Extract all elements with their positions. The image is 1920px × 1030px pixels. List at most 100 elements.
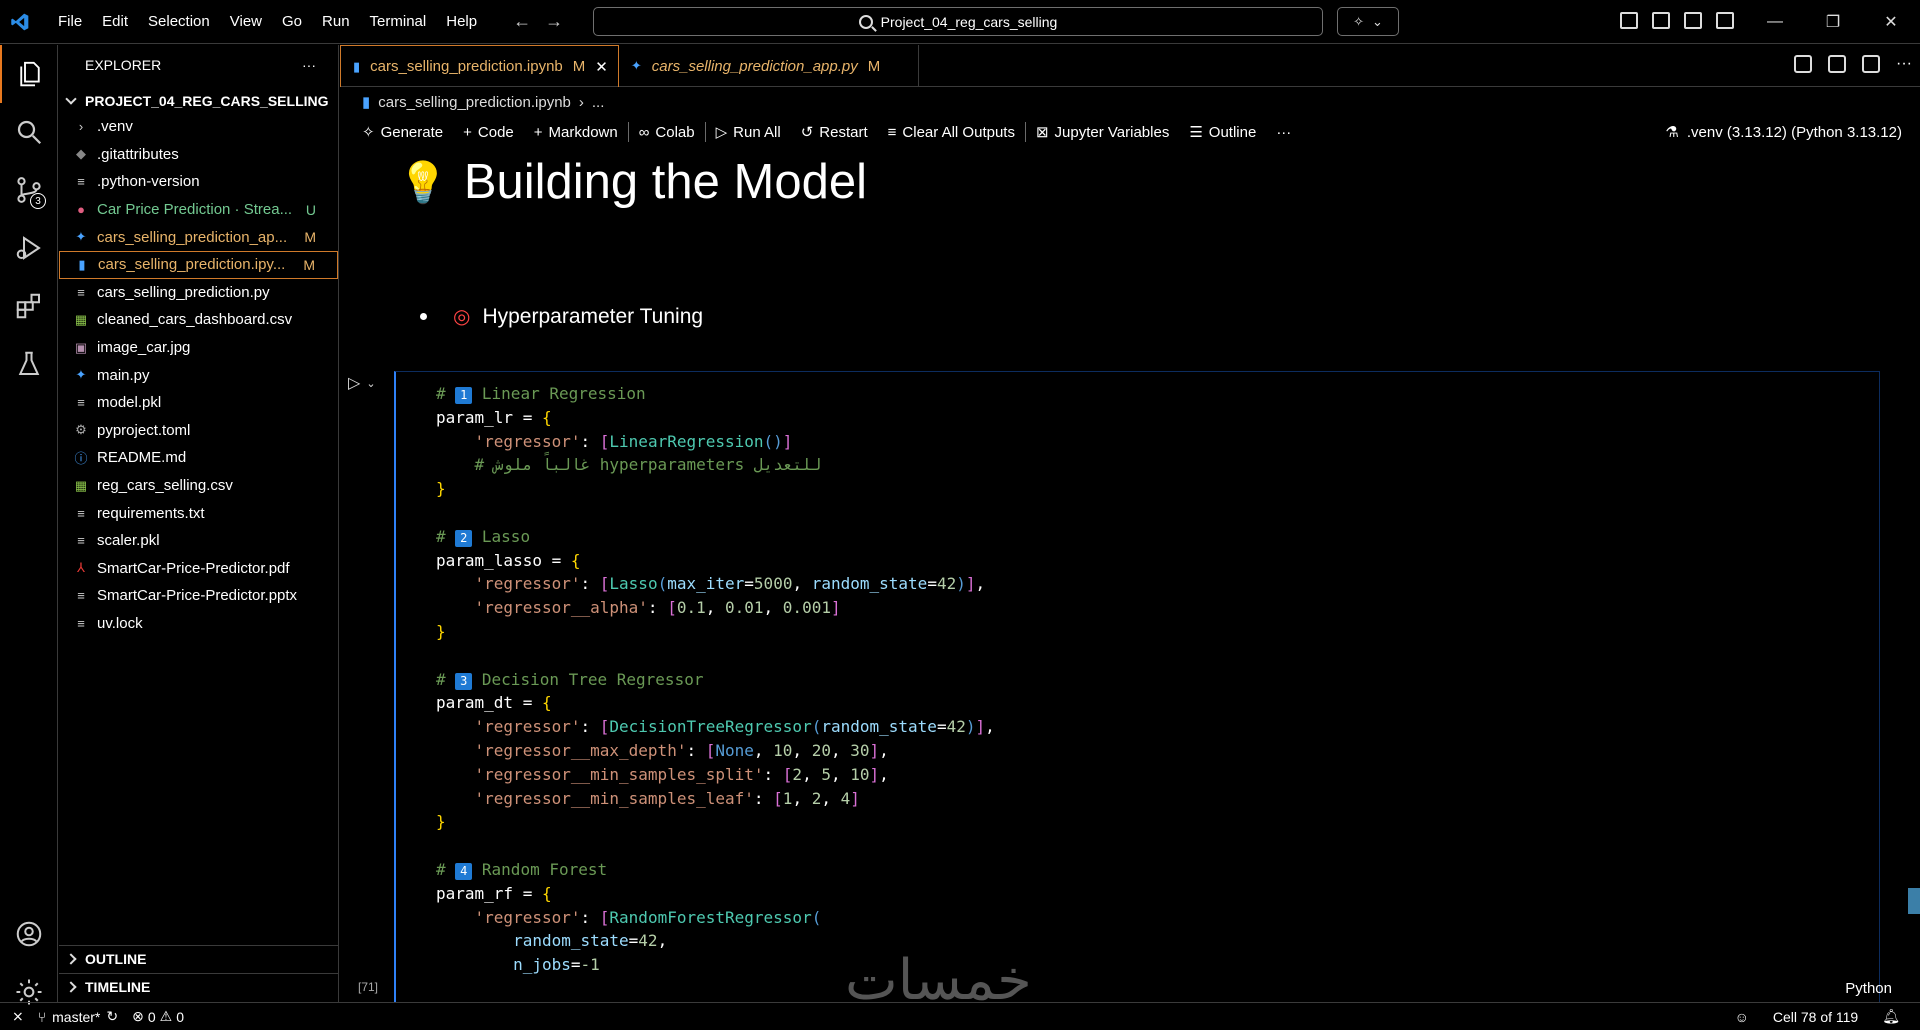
extensions-activity[interactable] bbox=[0, 277, 58, 335]
keycap-3: 3 bbox=[455, 672, 473, 690]
menu-terminal[interactable]: Terminal bbox=[360, 0, 437, 44]
restore-icon[interactable]: ❐ bbox=[1804, 0, 1862, 44]
customize-layout-icon[interactable] bbox=[1620, 12, 1638, 29]
file-item[interactable]: ≡ .python-version bbox=[59, 168, 338, 196]
clear-outputs-button[interactable]: ≡ Clear All Outputs bbox=[878, 124, 1025, 141]
file-item[interactable]: ≡ SmartCar-Price-Predictor.pptx bbox=[59, 582, 338, 610]
testing-activity[interactable] bbox=[0, 335, 58, 393]
file-item[interactable]: ▦ cleaned_cars_dashboard.csv bbox=[59, 306, 338, 334]
forward-arrow-icon[interactable]: → bbox=[545, 11, 563, 32]
explorer-more-button[interactable]: ··· bbox=[302, 57, 316, 73]
toggle-panel-icon[interactable] bbox=[1684, 12, 1702, 29]
source-control-activity[interactable]: 3 bbox=[0, 161, 58, 219]
chevron-down-icon[interactable]: ⌄ bbox=[1372, 14, 1383, 30]
more-button[interactable]: ··· bbox=[1266, 124, 1301, 141]
chevron-down-icon[interactable]: ⌄ bbox=[366, 377, 375, 390]
scrollbar-thumb[interactable] bbox=[1908, 888, 1920, 914]
code-cell[interactable]: # 1 Linear Regression param_lr = { 'regr… bbox=[394, 371, 1880, 1002]
file-item[interactable]: ▮ cars_selling_prediction.ipy... M bbox=[59, 250, 338, 279]
menu-go[interactable]: Go bbox=[272, 0, 312, 44]
tab-label: cars_selling_prediction_app.py bbox=[651, 57, 858, 75]
cell-position[interactable]: Cell 78 of 119 bbox=[1773, 1009, 1858, 1025]
timeline-label: TIMELINE bbox=[85, 979, 151, 995]
breadcrumb-rest[interactable]: ... bbox=[592, 94, 605, 111]
problems-item[interactable]: ⊗ 0 ⚠ 0 bbox=[132, 1008, 184, 1025]
branch-item[interactable]: ⑂ master* ↻ bbox=[38, 1008, 118, 1025]
file-item[interactable]: ≡ cars_selling_prediction.py bbox=[59, 279, 338, 307]
target-icon: ◎ bbox=[453, 306, 471, 328]
outline-button[interactable]: ☰ Outline bbox=[1179, 123, 1266, 142]
file-item[interactable]: ✦ cars_selling_prediction_ap... M bbox=[59, 223, 338, 251]
menu-selection[interactable]: Selection bbox=[138, 0, 220, 44]
run-debug-activity[interactable] bbox=[0, 219, 58, 277]
file-item[interactable]: ▦ reg_cars_selling.csv bbox=[59, 472, 338, 500]
generate-button[interactable]: ✧ Generate bbox=[352, 123, 453, 142]
tab-notebook[interactable]: ▮ cars_selling_prediction.ipynb M ✕ bbox=[340, 45, 619, 87]
file-item[interactable]: ≡ model.pkl bbox=[59, 389, 338, 417]
breadcrumb-file[interactable]: cars_selling_prediction.ipynb bbox=[378, 94, 571, 111]
jupyter-variables-button[interactable]: ⊠ Jupyter Variables bbox=[1026, 123, 1179, 142]
more-actions-icon[interactable]: ··· bbox=[1896, 55, 1912, 73]
chevron-right-icon: › bbox=[578, 93, 584, 111]
kernel-label: .venv (3.13.12) (Python 3.13.12) bbox=[1686, 123, 1902, 141]
timeline-section[interactable]: TIMELINE bbox=[59, 973, 338, 1000]
add-code-button[interactable]: + Code bbox=[453, 124, 524, 141]
file-item[interactable]: ⚙ pyproject.toml bbox=[59, 417, 338, 445]
minimize-icon[interactable]: — bbox=[1746, 0, 1804, 44]
run-all-label: Run All bbox=[733, 123, 781, 141]
file-item[interactable]: ⓘ README.md bbox=[59, 444, 338, 472]
copilot-status-icon[interactable]: ☺ bbox=[1735, 1009, 1749, 1025]
toggle-secondary-sidebar-icon[interactable] bbox=[1716, 12, 1734, 29]
menu-edit[interactable]: Edit bbox=[92, 0, 138, 44]
vscode-logo-icon bbox=[11, 13, 29, 30]
remote-icon[interactable]: ⨯ bbox=[12, 1008, 24, 1025]
close-icon[interactable]: ✕ bbox=[1862, 0, 1920, 44]
file-item[interactable]: ≡ requirements.txt bbox=[59, 499, 338, 527]
menu-help[interactable]: Help bbox=[436, 0, 487, 44]
search-icon bbox=[858, 14, 873, 29]
search-activity[interactable] bbox=[0, 103, 58, 161]
menu-file[interactable]: File bbox=[48, 0, 92, 44]
command-center-search[interactable]: Project_04_reg_cars_selling bbox=[593, 7, 1323, 36]
text-icon: ≡ bbox=[77, 505, 85, 521]
sync-icon: ↻ bbox=[106, 1008, 119, 1024]
gear-icon[interactable] bbox=[1794, 55, 1813, 73]
menu-view[interactable]: View bbox=[220, 0, 272, 44]
close-icon[interactable]: ✕ bbox=[595, 58, 608, 76]
file-name: SmartCar-Price-Predictor.pdf bbox=[97, 559, 290, 577]
file-item[interactable]: ⅄ SmartCar-Price-Predictor.pdf bbox=[59, 555, 338, 583]
restart-button[interactable]: ↺ Restart bbox=[791, 123, 878, 142]
toggle-primary-sidebar-icon[interactable] bbox=[1652, 12, 1670, 29]
bell-icon[interactable]: 🔔︎ bbox=[1882, 1008, 1900, 1025]
code-editor[interactable]: # 1 Linear Regression param_lr = { 'regr… bbox=[436, 382, 995, 977]
compare-changes-icon[interactable] bbox=[1828, 55, 1847, 73]
split-editor-icon[interactable] bbox=[1862, 55, 1881, 73]
back-arrow-icon[interactable]: ← bbox=[513, 11, 531, 32]
outline-section[interactable]: OUTLINE bbox=[59, 945, 338, 972]
file-item[interactable]: ≡ scaler.pkl bbox=[59, 527, 338, 555]
menu-run[interactable]: Run bbox=[312, 0, 360, 44]
explorer-activity[interactable] bbox=[0, 45, 58, 103]
file-item[interactable]: ✦ main.py bbox=[59, 361, 338, 389]
colab-button[interactable]: ∞ Colab bbox=[629, 124, 705, 141]
file-item[interactable]: ◆ .gitattributes bbox=[59, 141, 338, 169]
file-item[interactable]: › .venv bbox=[59, 113, 338, 141]
notebook-icon: ▮ bbox=[362, 94, 371, 111]
copilot-button[interactable]: ✧ ⌄ bbox=[1337, 7, 1399, 36]
file-item[interactable]: ≡ uv.lock bbox=[59, 610, 338, 638]
file-name: requirements.txt bbox=[97, 504, 205, 522]
warning-icon: ⚠ bbox=[159, 1008, 173, 1024]
add-markdown-button[interactable]: + Markdown bbox=[524, 124, 628, 141]
run-cell-button[interactable]: ▷ ⌄ bbox=[348, 373, 376, 393]
tab-app-py[interactable]: ✦ cars_selling_prediction_app.py M bbox=[619, 45, 919, 87]
error-icon: ⊗ bbox=[132, 1008, 144, 1024]
file-item[interactable]: ▣ image_car.jpg bbox=[59, 334, 338, 362]
search-text: Project_04_reg_cars_selling bbox=[880, 13, 1058, 30]
project-folder[interactable]: PROJECT_04_REG_CARS_SELLING bbox=[59, 89, 338, 113]
run-all-button[interactable]: ▷ Run All bbox=[706, 123, 791, 142]
kernel-picker[interactable]: ⚗ .venv (3.13.12) (Python 3.13.12) bbox=[1665, 116, 1902, 148]
accounts-activity[interactable] bbox=[0, 905, 58, 963]
file-item[interactable]: ● Car Price Prediction · Strea... U bbox=[59, 196, 338, 224]
list-icon: ☰ bbox=[1189, 124, 1203, 141]
cell-language[interactable]: Python bbox=[1845, 980, 1892, 997]
